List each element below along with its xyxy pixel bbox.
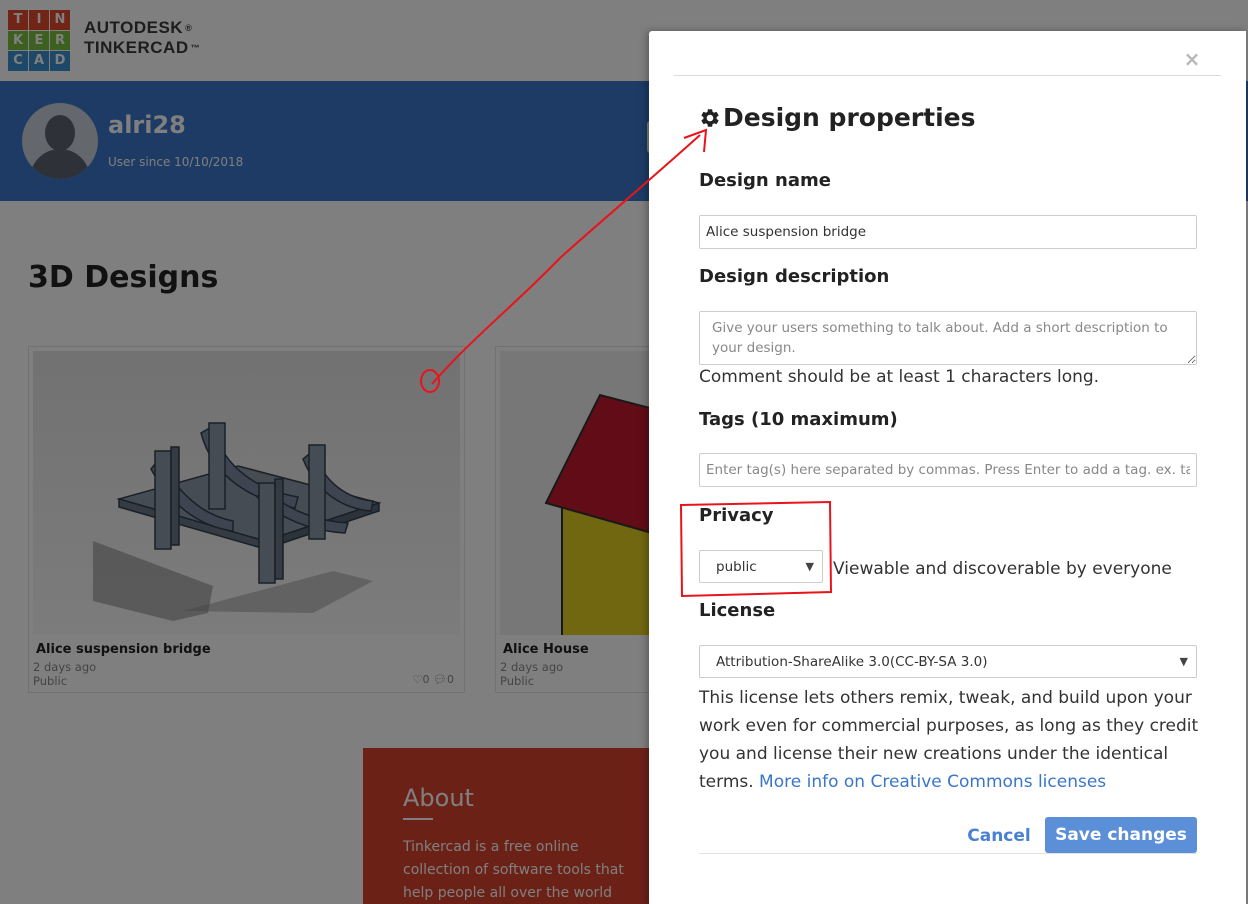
- license-label: License: [699, 600, 776, 621]
- dialog-footer-divider: [699, 853, 1197, 854]
- license-select[interactable]: Attribution-ShareAlike 3.0(CC-BY-SA 3.0)…: [699, 645, 1197, 678]
- save-changes-button[interactable]: Save changes: [1045, 817, 1197, 853]
- creative-commons-link[interactable]: More info on Creative Commons licenses: [759, 772, 1106, 792]
- close-icon[interactable]: ×: [1182, 49, 1202, 69]
- license-selected-value: Attribution-ShareAlike 3.0(CC-BY-SA 3.0): [716, 653, 988, 670]
- tags-input[interactable]: [699, 453, 1197, 487]
- dialog-title-text: Design properties: [723, 103, 976, 132]
- design-description-label: Design description: [699, 266, 890, 287]
- dialog-divider: [674, 75, 1221, 76]
- dialog-title: Design properties: [699, 103, 976, 132]
- privacy-label: Privacy: [699, 505, 774, 526]
- design-name-input[interactable]: [699, 215, 1197, 249]
- description-helper-text: Comment should be at least 1 characters …: [699, 367, 1100, 387]
- privacy-select[interactable]: public ▼: [699, 550, 823, 583]
- license-description: This license lets others remix, tweak, a…: [699, 684, 1199, 796]
- privacy-description: Viewable and discoverable by everyone: [833, 559, 1172, 579]
- tags-label: Tags (10 maximum): [699, 409, 898, 430]
- chevron-down-icon: ▼: [805, 560, 814, 573]
- chevron-down-icon: ▼: [1179, 655, 1188, 668]
- design-description-input[interactable]: [699, 311, 1197, 365]
- design-name-label: Design name: [699, 170, 831, 191]
- gear-icon: [701, 108, 719, 127]
- privacy-selected-value: public: [716, 558, 757, 575]
- cancel-button[interactable]: Cancel: [964, 821, 1034, 851]
- design-properties-dialog: × Design properties Design name Design d…: [649, 31, 1246, 904]
